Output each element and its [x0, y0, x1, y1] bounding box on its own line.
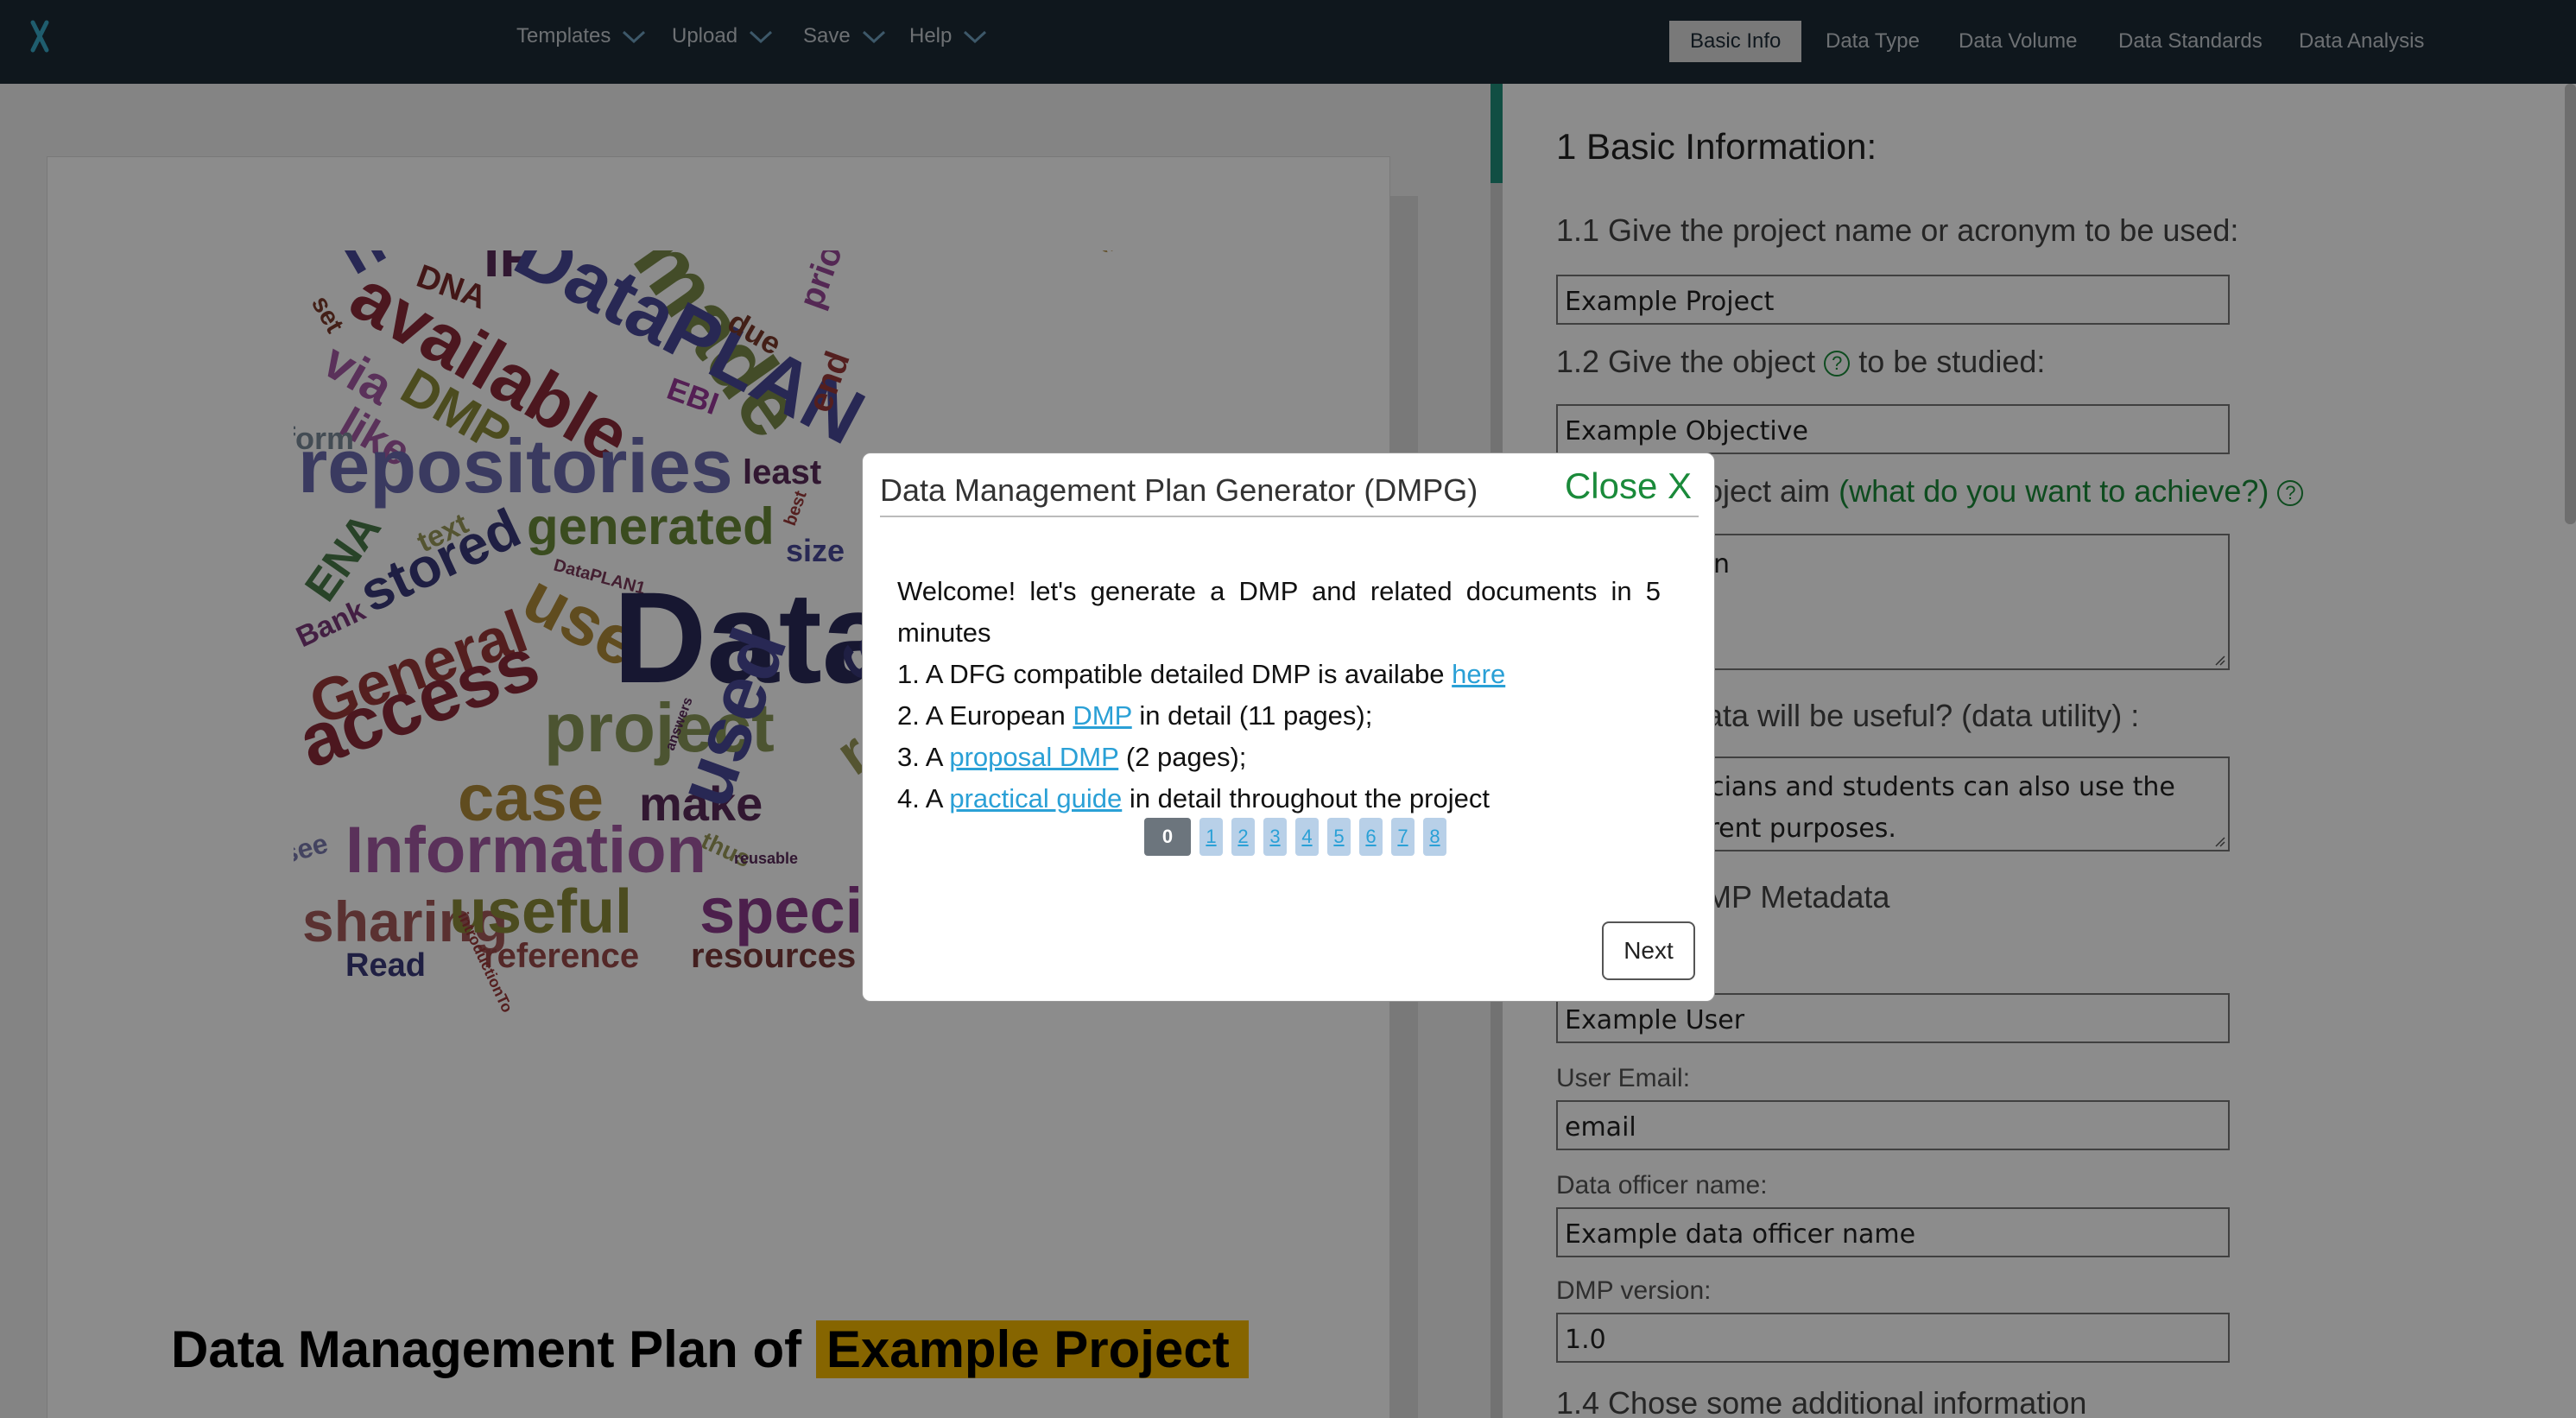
welcome-modal: Data Management Plan Generator (DMPG) Cl…	[862, 453, 1715, 1002]
modal-intro: Welcome! let's generate a DMP and relate…	[897, 576, 1661, 648]
page-button-4[interactable]: 4	[1295, 818, 1319, 856]
dfg-dmp-link[interactable]: here	[1452, 659, 1505, 689]
modal-body: Welcome! let's generate a DMP and relate…	[897, 571, 1661, 820]
next-button[interactable]: Next	[1602, 921, 1695, 980]
page-button-8[interactable]: 8	[1423, 818, 1446, 856]
modal-item-3-post: (2 pages);	[1125, 742, 1247, 772]
page-button-0[interactable]: 0	[1144, 818, 1191, 856]
modal-item-4-pre: 4. A	[897, 783, 942, 813]
page-button-1[interactable]: 1	[1199, 818, 1223, 856]
modal-pagination: 012345678	[863, 818, 1716, 856]
modal-item-1-text: 1. A DFG compatible detailed DMP is avai…	[897, 659, 1445, 689]
modal-item-4: 4. A practical guide in detail throughou…	[897, 778, 1661, 820]
modal-item-3: 3. A proposal DMP (2 pages);	[897, 737, 1661, 778]
page-button-5[interactable]: 5	[1327, 818, 1351, 856]
page-button-7[interactable]: 7	[1391, 818, 1415, 856]
modal-close-button[interactable]: Close X	[1565, 465, 1692, 507]
european-dmp-link[interactable]: DMP	[1073, 700, 1131, 731]
modal-item-2-pre: 2. A European	[897, 700, 1066, 731]
page-button-2[interactable]: 2	[1231, 818, 1255, 856]
modal-item-1: 1. A DFG compatible detailed DMP is avai…	[897, 654, 1661, 695]
modal-divider	[880, 516, 1699, 517]
page-button-3[interactable]: 3	[1263, 818, 1287, 856]
modal-item-4-post: in detail throughout the project	[1129, 783, 1490, 813]
practical-guide-link[interactable]: practical guide	[949, 783, 1122, 813]
page-button-6[interactable]: 6	[1359, 818, 1383, 856]
modal-title: Data Management Plan Generator (DMPG)	[880, 472, 1478, 508]
modal-item-2-post: in detail (11 pages);	[1139, 700, 1373, 731]
modal-item-3-pre: 3. A	[897, 742, 942, 772]
modal-item-2: 2. A European DMP in detail (11 pages);	[897, 695, 1661, 737]
proposal-dmp-link[interactable]: proposal DMP	[949, 742, 1118, 772]
